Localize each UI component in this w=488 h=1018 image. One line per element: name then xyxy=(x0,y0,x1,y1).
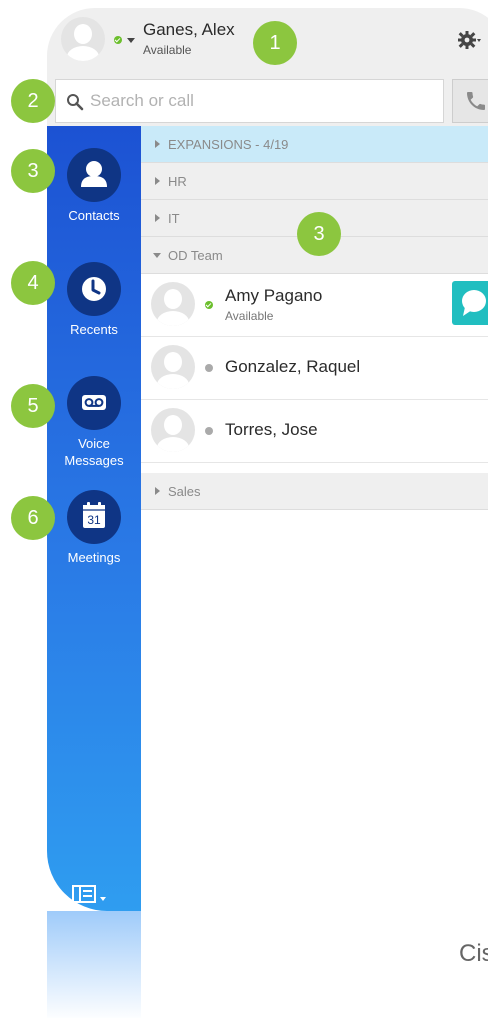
expand-triangle-icon xyxy=(155,140,160,148)
callout-3-list: 3 xyxy=(297,212,341,256)
nav-meetings-label: Meetings xyxy=(67,550,121,565)
nav-voice-messages-label-line1: Voice xyxy=(78,436,110,451)
recents-nav-circle xyxy=(67,262,121,316)
jabber-window: Ganes, Alex Available Search or call Con… xyxy=(47,8,488,1018)
search-box[interactable] xyxy=(55,79,444,123)
callout-1: 1 xyxy=(253,21,297,65)
voicemail-icon xyxy=(82,395,106,410)
group-label: EXPANSIONS - 4/19 xyxy=(168,137,289,152)
gear-icon[interactable] xyxy=(457,28,481,52)
presence-offline-icon xyxy=(205,364,213,372)
presence-available-icon xyxy=(205,301,213,309)
chat-button[interactable] xyxy=(452,281,488,325)
contact-status: Available xyxy=(225,309,274,323)
expand-triangle-icon xyxy=(155,487,160,495)
expand-triangle-icon xyxy=(155,177,160,185)
group-label: Sales xyxy=(168,484,201,499)
contact-row-torres-jose[interactable]: Torres, Jose xyxy=(141,400,488,463)
contact-row-gonzalez-raquel[interactable]: Gonzalez, Raquel xyxy=(141,337,488,400)
nav-voice-messages-label-line2: Messages xyxy=(64,453,124,468)
avatar xyxy=(151,282,195,326)
my-presence-icon xyxy=(114,36,122,44)
callout-2: 2 xyxy=(11,79,55,123)
contact-row-amy-pagano[interactable]: Amy Pagano Available xyxy=(141,274,488,337)
search-bar xyxy=(47,70,488,126)
nav-voice-messages-label: Voice Messages xyxy=(47,435,141,469)
person-icon xyxy=(81,161,107,187)
contacts-nav-circle xyxy=(67,148,121,202)
expand-triangle-icon xyxy=(155,214,160,222)
avatar xyxy=(151,408,195,452)
my-status[interactable]: Available xyxy=(143,43,191,57)
my-avatar[interactable] xyxy=(61,17,105,61)
presence-dropdown-chevron-icon[interactable] xyxy=(127,38,135,43)
my-name: Ganes, Alex xyxy=(143,20,235,39)
collapse-triangle-icon xyxy=(153,253,161,258)
callout-3-sidebar: 3 xyxy=(11,149,55,193)
sidebar: Contacts Recents Voice Messages 31 Meeti… xyxy=(47,126,141,911)
nav-meetings[interactable]: 31 Meetings xyxy=(47,490,141,570)
layout-toggle-icon[interactable] xyxy=(67,882,115,906)
group-label: IT xyxy=(168,211,180,226)
nav-recents[interactable]: Recents xyxy=(47,262,141,342)
group-sales[interactable]: Sales xyxy=(141,473,488,510)
group-label: HR xyxy=(168,174,187,189)
phone-icon xyxy=(467,92,485,110)
nav-voice-messages[interactable]: Voice Messages xyxy=(47,376,141,476)
calendar-day: 31 xyxy=(87,513,101,527)
calendar-icon: 31 xyxy=(83,502,105,528)
call-button[interactable] xyxy=(452,79,488,123)
presence-offline-icon xyxy=(205,427,213,435)
callout-4: 4 xyxy=(11,261,55,305)
nav-recents-label: Recents xyxy=(70,322,118,337)
chat-bubble-icon xyxy=(462,290,486,316)
group-expansions[interactable]: EXPANSIONS - 4/19 xyxy=(141,126,488,163)
voice-messages-nav-circle xyxy=(67,376,121,430)
brand-text: Cis xyxy=(459,940,488,967)
nav-contacts[interactable]: Contacts xyxy=(47,148,141,228)
contact-name: Torres, Jose xyxy=(225,420,318,439)
search-input[interactable] xyxy=(90,86,430,116)
contact-name: Gonzalez, Raquel xyxy=(225,357,361,376)
nav-contacts-label: Contacts xyxy=(68,208,120,223)
search-icon xyxy=(67,94,84,111)
group-label: OD Team xyxy=(168,248,223,263)
sidebar-reflection xyxy=(47,911,141,1018)
callout-6: 6 xyxy=(11,496,55,540)
meetings-nav-circle: 31 xyxy=(67,490,121,544)
clock-icon xyxy=(82,277,106,301)
callout-5: 5 xyxy=(11,384,55,428)
contact-name: Amy Pagano xyxy=(225,286,323,305)
group-hr[interactable]: HR xyxy=(141,163,488,200)
avatar xyxy=(151,345,195,389)
